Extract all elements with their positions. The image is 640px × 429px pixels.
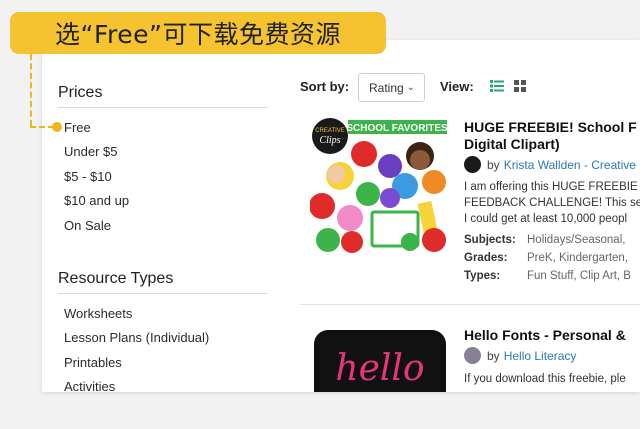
author-link[interactable]: Krista Wallden - Creative [504,158,636,172]
prices-divider [58,107,268,108]
author-avatar[interactable] [464,156,481,173]
view-label: View: [440,79,474,94]
sort-dropdown[interactable]: Rating ⌄ [358,73,425,102]
grades-label: Grades: [464,252,508,264]
thumb-banner-text: SCHOOL FAVORITES [346,123,448,134]
thumb-logo-line1: CREATIVE [315,128,345,134]
thumb-logo-line2: Clips [319,135,340,146]
annotation-text: 选“Free”可下载免费资源 [55,20,341,49]
filter-on-sale[interactable]: On Sale [64,218,111,233]
product-author-byline: by Krista Wallden - Creative [464,156,636,173]
sort-view-bar: Sort by: Rating ⌄ View: [300,70,630,102]
byline-prefix: by [487,348,500,363]
filter-price-10-up[interactable]: $10 and up [64,193,129,208]
chevron-down-icon: ⌄ [406,82,415,93]
annotation-leader-line [30,54,32,126]
search-results-panel: Prices Free Under $5 $5 - $10 $10 and up… [42,40,640,392]
product-description-line: I am offering this HUGE FREEBIE [464,181,638,193]
byline-prefix: by [487,157,500,172]
annotation-pointer-dot [52,122,62,132]
sort-label: Sort by: [300,79,350,94]
types-label: Types: [464,270,501,282]
sort-dropdown-value: Rating [369,81,404,95]
product-author-byline: by Hello Literacy [464,347,576,364]
author-link[interactable]: Hello Literacy [504,349,577,363]
product-description-line: If you download this freebie, ple [464,373,626,385]
filter-type-worksheets[interactable]: Worksheets [64,306,132,321]
grades-value[interactable]: PreK, Kindergarten, [527,252,628,264]
filter-price-free[interactable]: Free [64,120,91,135]
prices-heading: Prices [58,84,103,101]
product-description-line: FEEDBACK CHALLENGE! This se [464,197,640,209]
product-description-line: I could get at least 10,000 peopl [464,213,628,225]
list-view-icon[interactable] [490,80,504,92]
grid-view-icon[interactable] [514,80,526,92]
resource-types-divider [58,293,268,294]
filter-price-5-10[interactable]: $5 - $10 [64,169,112,184]
types-value[interactable]: Fun Stuff, Clip Art, B [527,270,631,282]
thumb-hello-text: hello [335,348,424,389]
filter-type-lesson-plans[interactable]: Lesson Plans (Individual) [64,330,209,345]
product-thumbnail-hello-fonts[interactable]: hello [310,330,450,392]
annotation-leader-line-horizontal [30,126,54,128]
subjects-value[interactable]: Holidays/Seasonal, [527,234,625,246]
annotation-callout: 选“Free”可下载免费资源 [10,12,386,54]
filter-price-under-5[interactable]: Under $5 [64,144,117,159]
product-thumbnail-school-favorites[interactable]: SCHOOL FAVORITES CREATIVE Clips [310,116,450,256]
resource-types-heading: Resource Types [58,270,174,287]
product-divider [300,304,640,305]
filter-type-activities[interactable]: Activities [64,379,115,392]
product-title-line2[interactable]: Digital Clipart) [464,136,560,152]
product-title-line1[interactable]: Hello Fonts - Personal & [464,327,626,343]
author-avatar[interactable] [464,347,481,364]
filter-type-printables[interactable]: Printables [64,355,122,370]
subjects-label: Subjects: [464,234,516,246]
product-title-line1[interactable]: HUGE FREEBIE! School F [464,119,637,135]
